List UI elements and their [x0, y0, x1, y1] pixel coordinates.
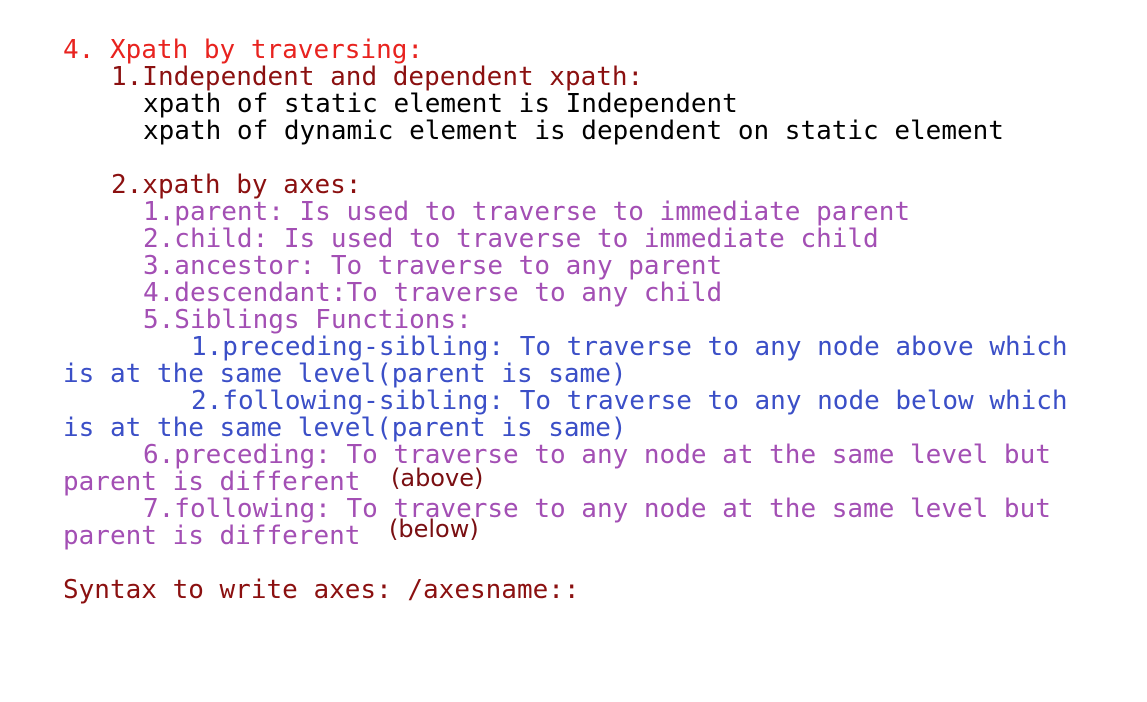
sibling-item-following: 2.following-sibling: To traverse to any … — [191, 386, 1068, 416]
axes-item-ancestor: 3.ancestor: To traverse to any parent — [143, 251, 723, 281]
axes-item-siblings: 5.Siblings Functions: — [143, 305, 472, 335]
axes-item-preceding-wrap: parent is different — [63, 467, 361, 497]
static-xpath-line: xpath of static element is Independent — [143, 89, 738, 119]
annotation-above: (above) — [391, 464, 484, 492]
axes-item-child: 2.child: Is used to traverse to immediat… — [143, 224, 879, 254]
section-heading: 4. Xpath by traversing: — [63, 35, 424, 65]
dynamic-xpath-line: xpath of dynamic element is dependent on… — [143, 116, 1004, 146]
sibling-item-following-wrap: is at the same level(parent is same) — [63, 413, 627, 443]
annotation-below: (below) — [389, 515, 479, 543]
axes-item-descendant: 4.descendant:To traverse to any child — [143, 278, 723, 308]
sibling-item-preceding: 1.preceding-sibling: To traverse to any … — [191, 332, 1068, 362]
notes-document: 4. Xpath by traversing: 1.Independent an… — [0, 0, 1147, 702]
axes-item-parent: 1.parent: Is used to traverse to immedia… — [143, 197, 911, 227]
subsection-title-axes: 2.xpath by axes: — [111, 170, 362, 200]
sibling-item-preceding-wrap: is at the same level(parent is same) — [63, 359, 627, 389]
subsection-title-independent-dependent: 1.Independent and dependent xpath: — [111, 62, 644, 92]
axes-item-following-wrap: parent is different — [63, 521, 361, 551]
axes-item-preceding: 6.preceding: To traverse to any node at … — [143, 440, 1051, 470]
axes-item-following: 7.following: To traverse to any node at … — [143, 494, 1051, 524]
syntax-line: Syntax to write axes: /axesname:: — [63, 575, 580, 605]
